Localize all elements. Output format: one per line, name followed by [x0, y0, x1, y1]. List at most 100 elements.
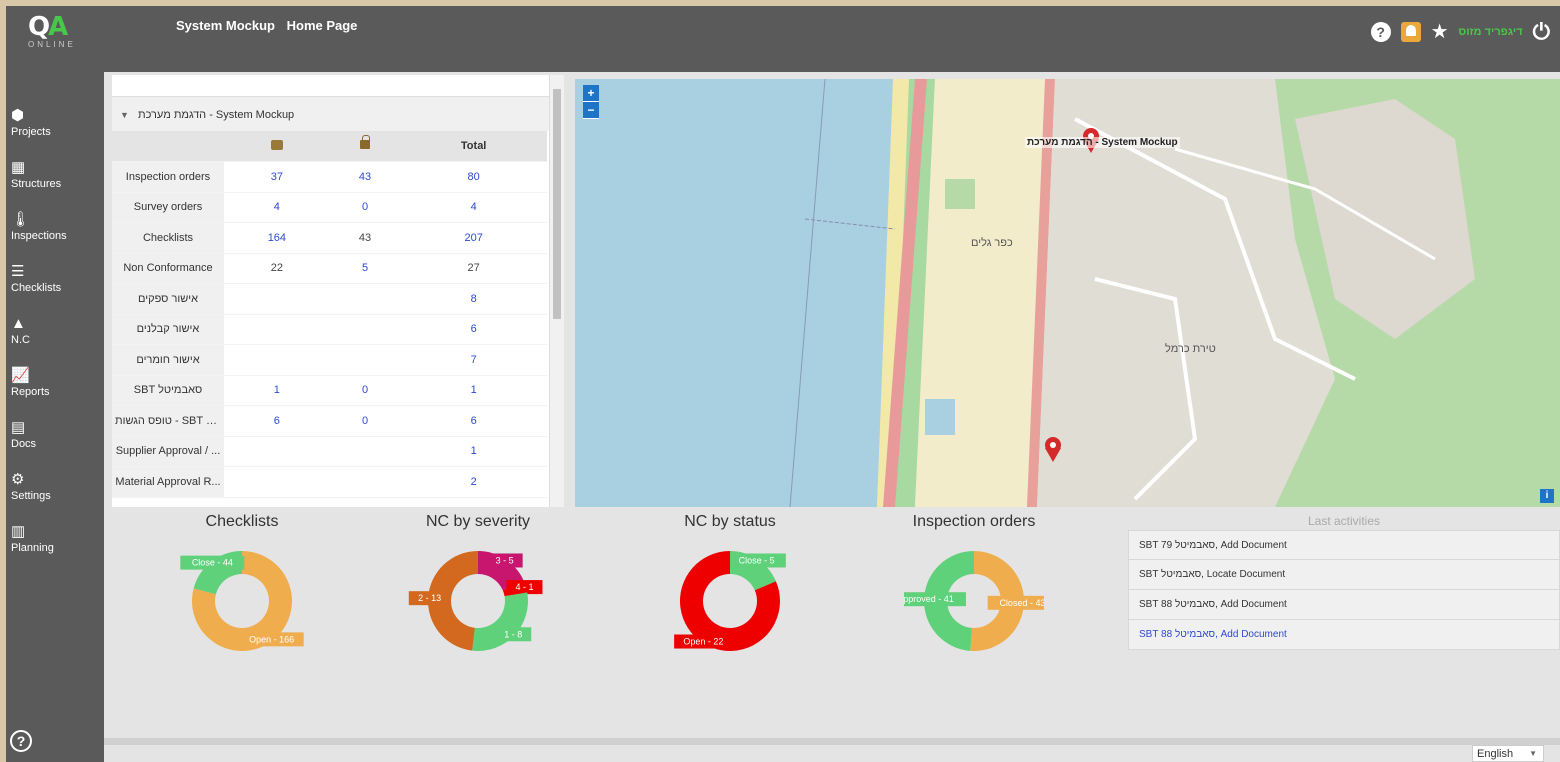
closed-count[interactable]: 43 — [329, 161, 401, 193]
closed-count[interactable]: 0 — [329, 192, 401, 223]
closed-count[interactable]: 0 — [329, 405, 401, 437]
search-bar[interactable]: ◆ — [112, 75, 564, 97]
table-row[interactable]: Inspection orders 37 43 80 — [112, 161, 547, 193]
sidebar-item-label: Projects — [11, 126, 51, 138]
logo-mark: QA — [28, 12, 68, 42]
sidebar-item-label: Settings — [11, 490, 51, 502]
table-row[interactable]: SBT סאבמיטל 1 0 1 — [112, 375, 547, 406]
sidebar-item-structures[interactable]: ▦ Structures — [6, 152, 104, 204]
chart-icon: 📈 — [11, 367, 30, 384]
horizontal-scrollbar[interactable] — [104, 738, 1560, 745]
logo[interactable]: QA ONLINE — [28, 12, 76, 49]
slice-label: Close - 5 — [739, 555, 775, 565]
open-count[interactable]: 6 — [224, 405, 330, 437]
closed-count[interactable] — [329, 436, 401, 467]
open-count[interactable]: 164 — [224, 222, 330, 254]
sidebar-item-planning[interactable]: ▥ Planning — [6, 516, 104, 568]
top-bar: QA ONLINE System Mockup Home Page ? ★ די… — [6, 6, 1560, 72]
open-count[interactable] — [224, 436, 330, 467]
open-count[interactable] — [224, 344, 330, 376]
star-icon[interactable]: ★ — [1431, 22, 1449, 42]
help-icon[interactable]: ? — [10, 730, 32, 752]
total-count: 27 — [400, 253, 547, 284]
sidebar-item-inspections[interactable]: 🌡 Inspections — [6, 204, 104, 256]
open-count[interactable]: 37 — [224, 161, 330, 193]
sidebar-item-docs[interactable]: ▤ Docs — [6, 412, 104, 464]
table-row[interactable]: Material Approval R... 2 — [112, 466, 547, 498]
donut-checklists[interactable]: Open - 166 Close - 44 — [172, 531, 312, 661]
row-label: Material Approval R... — [112, 466, 224, 498]
sidebar-item-checklists[interactable]: ☰ Checklists — [6, 256, 104, 308]
table-row[interactable]: Non Conformance 22 5 27 — [112, 253, 547, 284]
warning-icon: ▲ — [11, 315, 26, 332]
table-row[interactable]: Supplier Approval / ... 1 — [112, 436, 547, 467]
total-count[interactable]: 6 — [400, 314, 547, 345]
scrollbar-thumb[interactable] — [553, 89, 561, 319]
chart-title: NC by status — [684, 513, 776, 530]
donut-nc-status[interactable]: Close - 5 Open - 22 — [660, 531, 800, 661]
language-value: English — [1477, 748, 1514, 760]
total-count[interactable]: 2 — [400, 466, 547, 498]
table-row[interactable]: Checklists 164 43 207 — [112, 222, 547, 254]
zoom-out-button[interactable]: − — [583, 102, 599, 119]
total-count[interactable]: 207 — [400, 222, 547, 254]
sidebar-item-reports[interactable]: 📈 Reports — [6, 360, 104, 412]
slice-label: Close - 44 — [192, 558, 233, 568]
slice-label: Open - 22 — [683, 637, 723, 647]
slice-label: 1 - 8 — [504, 629, 522, 639]
chart-title: NC by severity — [425, 513, 531, 530]
row-label: Supplier Approval / ... — [112, 436, 224, 467]
total-count[interactable]: 4 — [400, 192, 547, 223]
open-count[interactable] — [224, 466, 330, 498]
activity-item[interactable]: SBT 88 סאבמיטל, Add Document — [1128, 590, 1560, 620]
activity-item[interactable]: SBT 79 סאבמיטל, Add Document — [1128, 530, 1560, 560]
open-count[interactable]: 1 — [224, 375, 330, 406]
top-actions: ? ★ דיגפריד מזוס ⏻ — [1370, 21, 1550, 43]
table-row[interactable]: Survey orders 4 0 4 — [112, 192, 547, 223]
open-count[interactable] — [224, 314, 330, 345]
table-row[interactable]: אישור קבלנים 6 — [112, 314, 547, 345]
power-icon[interactable]: ⏻ — [1533, 21, 1550, 43]
zoom-control: + − — [583, 85, 599, 119]
row-label: אישור ספקים — [112, 283, 224, 315]
table-row[interactable]: אישור ספקים 8 — [112, 283, 547, 315]
closed-count[interactable] — [329, 314, 401, 345]
total-count[interactable]: 7 — [400, 344, 547, 376]
total-count[interactable]: 1 — [400, 436, 547, 467]
zoom-in-button[interactable]: + — [583, 85, 599, 102]
list-icon: ☰ — [11, 263, 25, 280]
info-icon[interactable]: i — [1540, 489, 1554, 503]
donut-inspection-orders[interactable]: Closed - 43 Approved - 41 — [885, 531, 1058, 661]
total-count[interactable]: 8 — [400, 283, 547, 315]
closed-count[interactable] — [329, 344, 401, 376]
total-count[interactable]: 80 — [400, 161, 547, 193]
donut-slice[interactable] — [472, 592, 528, 651]
row-label: Survey orders — [112, 192, 224, 223]
sidebar-item-projects[interactable]: ⬢ Projects — [6, 100, 104, 152]
donut-nc-severity[interactable]: 3 - 5 4 - 1 1 - 8 2 - 13 — [408, 531, 548, 661]
slice-label: 4 - 1 — [515, 582, 533, 592]
activity-item[interactable]: SBT סאבמיטל, Locate Document — [1128, 560, 1560, 590]
bell-icon[interactable] — [1400, 22, 1421, 42]
closed-count[interactable]: 5 — [329, 253, 401, 284]
user-name[interactable]: דיגפריד מזוס — [1459, 26, 1523, 38]
sidebar-item-nc[interactable]: ▲ N.C — [6, 308, 104, 360]
closed-count[interactable] — [329, 283, 401, 315]
map[interactable]: הדגמת מערכת - System Mockup כפר גלים טיר… — [575, 79, 1560, 507]
table-row[interactable]: אישור חומרים 7 — [112, 344, 547, 376]
slice-label: Open - 166 — [249, 634, 294, 644]
open-count[interactable] — [224, 283, 330, 315]
total-count[interactable]: 6 — [400, 405, 547, 437]
closed-count[interactable]: 0 — [329, 375, 401, 406]
language-select[interactable]: English ▼ — [1472, 745, 1544, 762]
sidebar-item-settings[interactable]: ⚙ Settings — [6, 464, 104, 516]
total-count[interactable]: 1 — [400, 375, 547, 406]
activity-item[interactable]: SBT 88 סאבמיטל, Add Document — [1128, 620, 1560, 650]
closed-count[interactable] — [329, 466, 401, 498]
help-icon[interactable]: ? — [1370, 22, 1391, 42]
project-header[interactable]: ▼ הדגמת מערכת - System Mockup — [112, 97, 564, 131]
panel-scrollbar[interactable] — [549, 75, 564, 507]
open-count[interactable]: 4 — [224, 192, 330, 223]
table-row[interactable]: טופס הגשות - SBT Fo... 6 0 6 — [112, 405, 547, 437]
map-place-label: טירת כרמל — [1165, 343, 1216, 355]
